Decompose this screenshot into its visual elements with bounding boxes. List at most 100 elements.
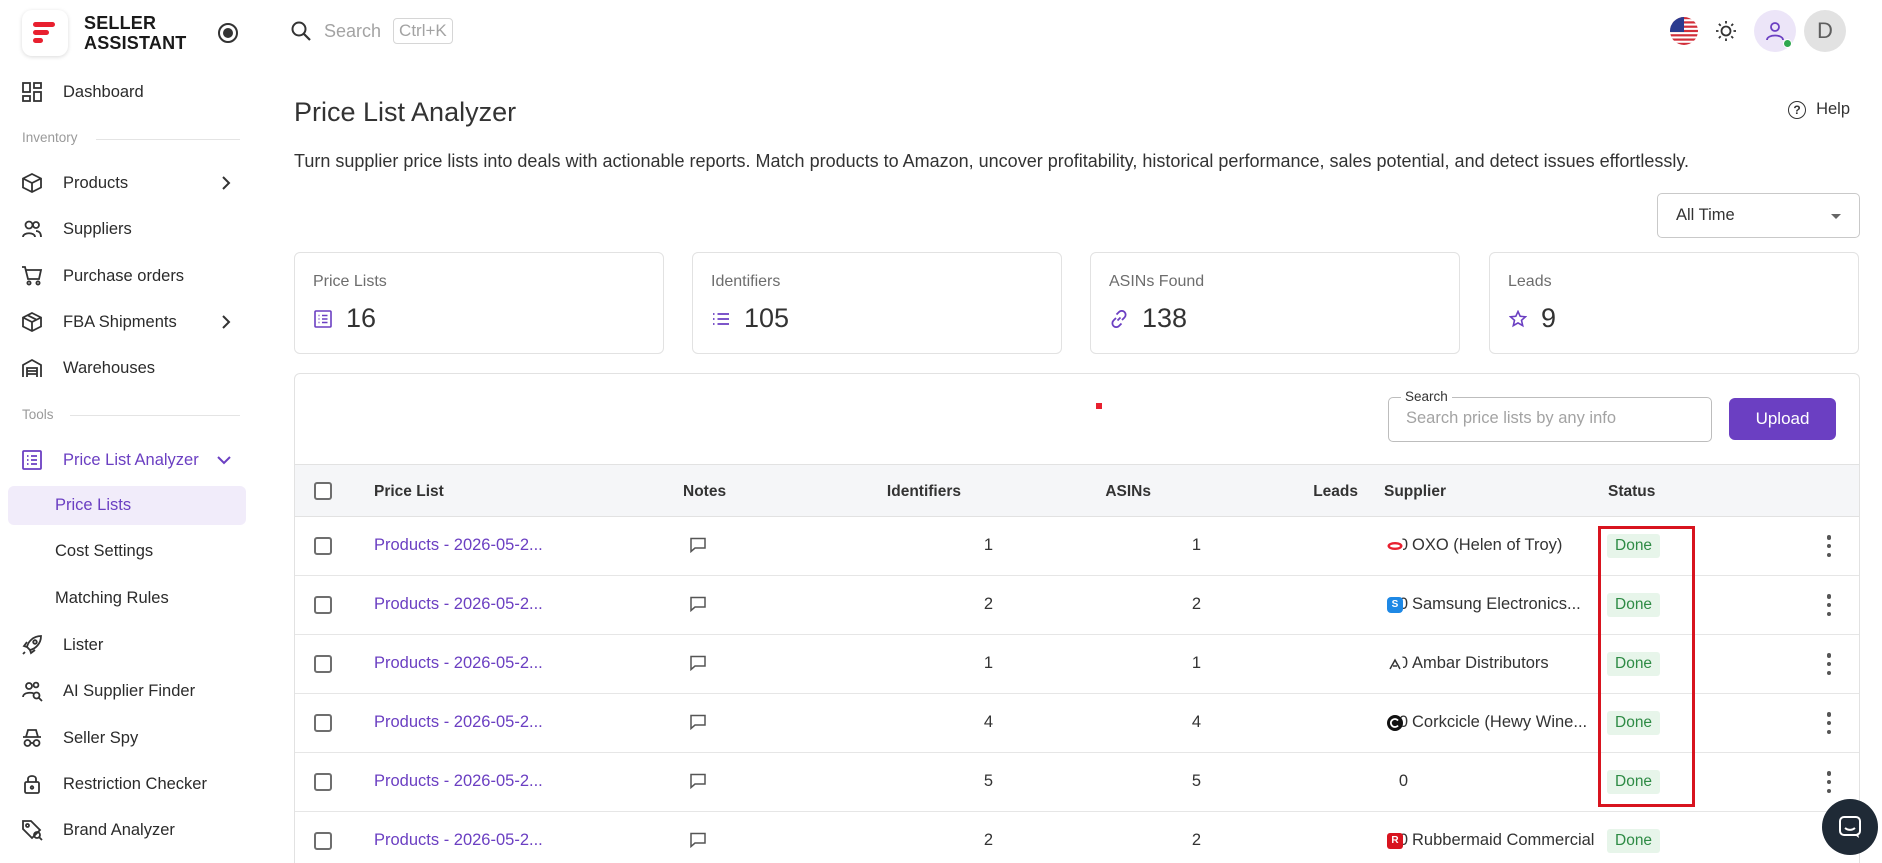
sidebar-item-label: Price Lists xyxy=(55,496,132,514)
divider xyxy=(96,139,240,140)
sidebar-item-purchase-orders[interactable]: Purchase orders xyxy=(8,256,246,296)
avatar[interactable]: D xyxy=(1804,10,1846,52)
red-marker xyxy=(1096,403,1102,409)
row-checkbox[interactable] xyxy=(314,596,332,614)
table-search-field[interactable]: Search xyxy=(1388,389,1712,442)
chevron-right-icon xyxy=(222,176,231,190)
identifiers-count: 5 xyxy=(983,772,993,790)
supplier-cell[interactable]: Corkcicle (Hewy Wine... xyxy=(1387,713,1587,732)
supplier-cell[interactable]: R Rubbermaid Commercial xyxy=(1387,831,1594,850)
row-checkbox[interactable] xyxy=(314,773,332,791)
comment-icon[interactable] xyxy=(689,832,707,848)
sidebar-item-fba-shipments[interactable]: FBA Shipments xyxy=(8,302,246,342)
stat-value: 138 xyxy=(1142,303,1188,333)
stat-identifiers: Identifiers 105 xyxy=(692,252,1062,354)
table-search-input[interactable] xyxy=(1406,409,1696,428)
sidebar-item-price-lists[interactable]: Price Lists xyxy=(8,486,246,525)
sidebar-item-label: Cost Settings xyxy=(55,542,154,560)
price-list-link[interactable]: Products - 2026-05-2... xyxy=(374,831,543,850)
more-vert-icon[interactable] xyxy=(1826,771,1832,793)
sidebar-item-price-list-analyzer[interactable]: Price List Analyzer xyxy=(8,440,246,480)
price-list-link[interactable]: Products - 2026-05-2... xyxy=(374,595,543,614)
row-checkbox[interactable] xyxy=(314,537,332,555)
row-checkbox[interactable] xyxy=(314,714,332,732)
sidebar-item-matching-rules[interactable]: Matching Rules xyxy=(8,579,246,618)
row-checkbox[interactable] xyxy=(314,655,332,673)
warehouse-icon xyxy=(20,356,44,380)
brand[interactable]: SELLER ASSISTANT xyxy=(22,10,186,56)
table-search-label: Search xyxy=(1401,389,1452,404)
sidebar-item-restriction-checker[interactable]: Restriction Checker xyxy=(8,764,246,804)
sidebar-item-label: Restriction Checker xyxy=(63,774,207,793)
table-row[interactable]: Products - 2026-05-2... 2 2 0 S Samsung … xyxy=(295,576,1859,635)
header-supplier[interactable]: Supplier xyxy=(1384,483,1446,501)
brand-name: SELLER ASSISTANT xyxy=(84,13,186,53)
sidebar-item-label: FBA Shipments xyxy=(63,312,177,331)
sidebar-item-seller-spy[interactable]: Seller Spy xyxy=(8,718,246,758)
more-vert-icon[interactable] xyxy=(1826,712,1832,734)
page-title: Price List Analyzer xyxy=(294,97,517,127)
comment-icon[interactable] xyxy=(689,655,707,671)
table-row[interactable]: Products - 2026-05-2... 2 2 0 R Rubberma… xyxy=(295,812,1859,863)
price-list-link[interactable]: Products - 2026-05-2... xyxy=(374,713,543,732)
select-all-checkbox[interactable] xyxy=(314,482,332,500)
stat-leads: Leads 9 xyxy=(1489,252,1859,354)
more-vert-icon[interactable] xyxy=(1826,594,1832,616)
identifiers-count: 1 xyxy=(983,536,993,554)
table-row[interactable]: Products - 2026-05-2... 1 1 0 OXO (Helen… xyxy=(295,517,1859,576)
sidebar-item-dashboard[interactable]: Dashboard xyxy=(8,72,246,112)
sidebar-item-cost-settings[interactable]: Cost Settings xyxy=(8,532,246,571)
more-vert-icon[interactable] xyxy=(1826,535,1832,557)
header-leads[interactable]: Leads xyxy=(1278,483,1358,501)
comment-icon[interactable] xyxy=(689,596,707,612)
help-button[interactable]: ? Help xyxy=(1788,100,1850,119)
header-status[interactable]: Status xyxy=(1608,483,1655,501)
row-checkbox[interactable] xyxy=(314,832,332,850)
price-list-link[interactable]: Products - 2026-05-2... xyxy=(374,536,543,555)
price-list-link[interactable]: Products - 2026-05-2... xyxy=(374,654,543,673)
account-button[interactable] xyxy=(1754,10,1796,52)
sidebar-item-products[interactable]: Products xyxy=(8,163,246,203)
comment-icon[interactable] xyxy=(689,773,707,789)
table-row[interactable]: Products - 2026-05-2... 4 4 0 Corkcicle … xyxy=(295,694,1859,753)
global-search[interactable]: Search Ctrl+K xyxy=(290,18,453,44)
identifiers-count: 2 xyxy=(983,595,993,613)
sidebar-item-ai-supplier-finder[interactable]: AI Supplier Finder xyxy=(8,671,246,711)
brand-line-1: SELLER xyxy=(84,13,157,33)
people-search-icon xyxy=(20,679,44,703)
chevron-right-icon xyxy=(222,315,231,329)
comment-icon[interactable] xyxy=(689,537,707,553)
page-subtitle: Turn supplier price lists into deals wit… xyxy=(294,151,1690,171)
table-row[interactable]: Products - 2026-05-2... 1 1 0 Ambar Dist… xyxy=(295,635,1859,694)
asins-count: 2 xyxy=(1191,831,1201,849)
more-vert-icon[interactable] xyxy=(1826,653,1832,675)
sidebar-item-suppliers[interactable]: Suppliers xyxy=(8,209,246,249)
date-range-select[interactable]: All Time xyxy=(1657,193,1860,238)
us-flag-icon[interactable] xyxy=(1670,17,1698,45)
corkcicle-logo-icon xyxy=(1387,714,1403,731)
sidebar-item-warehouses[interactable]: Warehouses xyxy=(8,348,246,388)
theme-toggle-icon[interactable] xyxy=(1712,17,1740,45)
star-icon xyxy=(1508,309,1528,329)
chat-button[interactable] xyxy=(1822,799,1878,855)
header-price-list[interactable]: Price List xyxy=(374,483,444,501)
sidebar-item-lister[interactable]: Lister xyxy=(8,625,246,665)
chat-icon xyxy=(1839,816,1861,838)
sidebar-toggle-icon[interactable] xyxy=(218,23,238,43)
list-box-icon xyxy=(313,309,333,329)
header-notes[interactable]: Notes xyxy=(683,483,726,501)
shortcut-hint: Ctrl+K xyxy=(393,18,453,44)
comment-icon[interactable] xyxy=(689,714,707,730)
supplier-name: Rubbermaid Commercial xyxy=(1412,831,1595,849)
header-identifiers[interactable]: Identifiers xyxy=(861,483,961,501)
supplier-cell[interactable]: OXO (Helen of Troy) xyxy=(1387,536,1562,555)
header-asins[interactable]: ASINs xyxy=(1071,483,1151,501)
supplier-cell[interactable]: Ambar Distributors xyxy=(1387,654,1549,673)
upload-button[interactable]: Upload xyxy=(1729,398,1836,440)
price-list-link[interactable]: Products - 2026-05-2... xyxy=(374,772,543,791)
brand-logo-icon xyxy=(22,10,68,56)
sidebar-item-brand-analyzer[interactable]: Brand Analyzer xyxy=(8,810,246,850)
stat-asins-found: ASINs Found 138 xyxy=(1090,252,1460,354)
supplier-cell[interactable]: S Samsung Electronics... xyxy=(1387,595,1581,614)
table-row[interactable]: Products - 2026-05-2... 5 5 0 Done xyxy=(295,753,1859,812)
